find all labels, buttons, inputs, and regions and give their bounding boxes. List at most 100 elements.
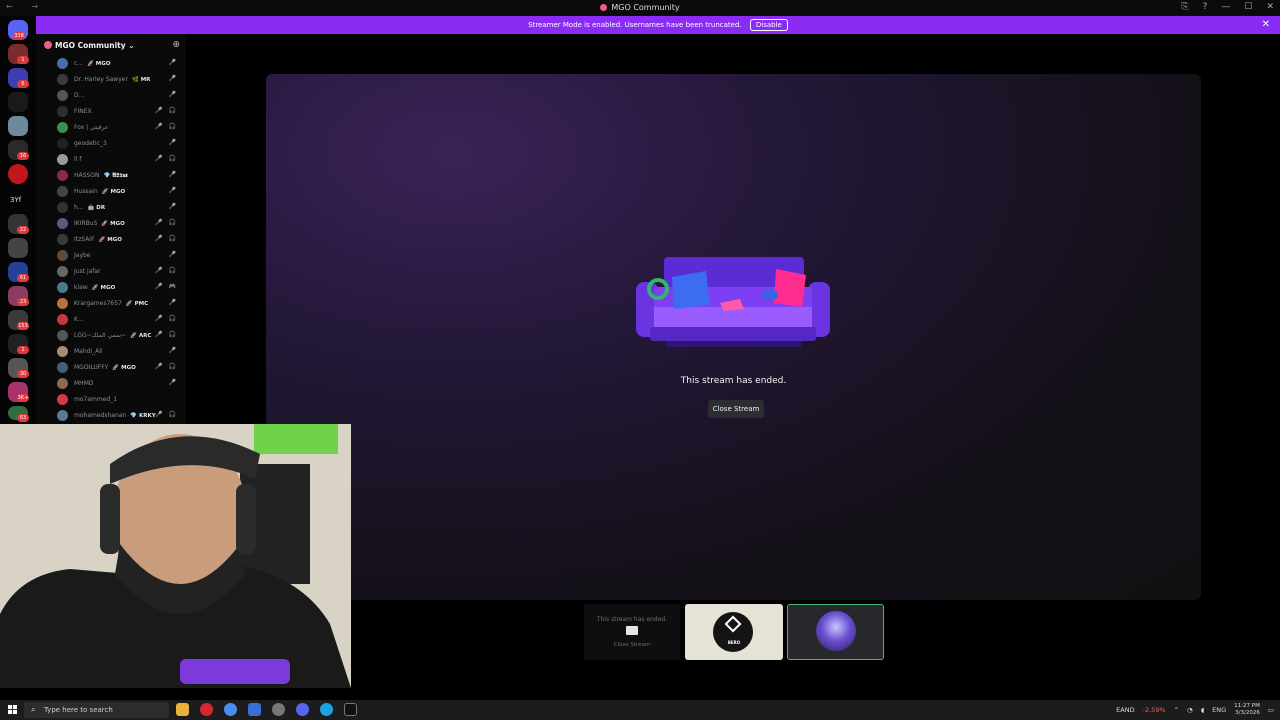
- capcut-icon[interactable]: [344, 703, 357, 716]
- volume-icon[interactable]: ◖: [1201, 706, 1204, 714]
- heart-server-icon[interactable]: [8, 164, 28, 184]
- member-tag: 🚀 MGO: [112, 365, 136, 371]
- member-row[interactable]: D... 🎤: [56, 89, 182, 103]
- help-icon[interactable]: ?: [1203, 2, 1208, 12]
- member-name-text: mohamedshanan: [74, 412, 127, 419]
- close-stream-button[interactable]: Close Stream: [708, 400, 764, 418]
- clock[interactable]: 11:27 PM 3/3/2026: [1234, 703, 1260, 717]
- member-name-text: K...: [74, 316, 84, 323]
- notification-icon[interactable]: ▭: [1268, 706, 1274, 714]
- member-row[interactable]: HASSON 💎 𝕬𝕷𝕿𝖚𝖝 🎤: [56, 169, 182, 183]
- minimize-button[interactable]: —: [1221, 2, 1230, 12]
- member-name: IKIRBuS 🚀 MGO: [74, 220, 125, 227]
- chrome-icon[interactable]: [224, 703, 237, 716]
- voice-status-icons: 🎤 🎧: [155, 267, 178, 274]
- member-name: D...: [74, 92, 84, 99]
- voice-status-icons: 🎤 🎧: [155, 219, 178, 226]
- server-icon[interactable]: [8, 116, 28, 136]
- windows-start-icon[interactable]: [8, 705, 17, 714]
- participant-tile-stream[interactable]: This stream has ended. Close Stream: [584, 604, 680, 660]
- participant-tile-speaking[interactable]: [787, 604, 884, 660]
- avatar: [57, 234, 68, 245]
- maximize-button[interactable]: ☐: [1244, 2, 1252, 12]
- chevron-up-icon[interactable]: ⌃: [1174, 706, 1179, 714]
- member-name-text: Krargames7657: [74, 300, 122, 307]
- member-row[interactable]: Krargames7657 🚀 PMC 🎤: [56, 297, 182, 311]
- member-name-text: ll f: [74, 156, 82, 163]
- app-icon[interactable]: [248, 703, 261, 716]
- close-window-button[interactable]: ✕: [1266, 2, 1274, 12]
- unread-badge: 61: [17, 274, 29, 282]
- tile-ended-text: This stream has ended.: [596, 616, 668, 623]
- app-icon[interactable]: [272, 703, 285, 716]
- close-banner-icon[interactable]: ✕: [1262, 16, 1270, 34]
- discord-icon[interactable]: [296, 703, 309, 716]
- member-row[interactable]: klaw 🚀 MGO 🎤 🎮: [56, 281, 182, 295]
- streamer-mode-banner: Streamer Mode is enabled. Usernames have…: [36, 16, 1280, 34]
- member-row[interactable]: mohamedshanan 💎 KRKY 🎤 🎧: [56, 409, 182, 423]
- member-row[interactable]: Fox | عرقيتي 🎤 🎧: [56, 121, 182, 135]
- member-name-text: MHMD: [74, 380, 94, 387]
- member-row[interactable]: geodetic_3 🎤: [56, 137, 182, 151]
- taskbar-search-box[interactable]: ⌕ Type here to search: [24, 702, 169, 718]
- voice-status-icons: 🎤: [168, 91, 178, 98]
- member-row[interactable]: Just jafar 🎤 🎧: [56, 265, 182, 279]
- avatar: [57, 74, 68, 85]
- file-explorer-icon[interactable]: [176, 703, 189, 716]
- member-name-text: h...: [74, 204, 84, 211]
- opera-icon[interactable]: [200, 703, 213, 716]
- member-name: mo7ammed_1: [74, 396, 117, 403]
- person-plus-icon[interactable]: ⊕: [172, 40, 180, 50]
- server-label: 3Yf: [10, 196, 22, 204]
- member-row[interactable]: MHMD 🎤: [56, 377, 182, 391]
- member-row[interactable]: LGG~سمي الملك~ 🚀 ARC 🎤 🎧: [56, 329, 182, 343]
- member-name: Just jafar: [74, 268, 101, 275]
- member-row[interactable]: IKIRBuS 🚀 MGO 🎤 🎧: [56, 217, 182, 231]
- inbox-icon[interactable]: ⎘: [1181, 2, 1188, 12]
- member-name-text: IKIRBuS: [74, 220, 98, 227]
- member-row[interactable]: ItzSAIF 🚀 MGO 🎤 🎧: [56, 233, 182, 247]
- avatar: [57, 330, 68, 341]
- member-name-text: D...: [74, 92, 85, 99]
- member-name-text: klaw: [74, 284, 88, 291]
- member-tag: 🚀 PMC: [125, 301, 149, 307]
- member-row[interactable]: c... 🚀 MGO 🎤: [56, 57, 182, 71]
- member-name-text: Mahdi_Ali: [74, 348, 103, 355]
- unread-badge: 338: [13, 32, 25, 40]
- disable-streamer-mode-button[interactable]: Disable: [749, 19, 788, 31]
- voice-status-icons: 🎤 🎧: [155, 315, 178, 322]
- member-name-text: ItzSAIF: [74, 236, 95, 243]
- tile-close-stream[interactable]: Close Stream: [584, 642, 680, 648]
- member-name-text: Jaybe: [74, 252, 91, 259]
- member-row[interactable]: MGOILUFFY 🚀 MGO 🎤 🎧: [56, 361, 182, 375]
- stock-ticker[interactable]: EAND: [1116, 706, 1134, 714]
- member-name: Jaybe: [74, 252, 91, 259]
- server-icon[interactable]: [8, 238, 28, 258]
- server-name-header[interactable]: MGO Community ⌄: [44, 41, 135, 50]
- network-icon[interactable]: ◔: [1187, 706, 1193, 714]
- member-row[interactable]: h... 🤖 DR 🎤: [56, 201, 182, 215]
- windows-taskbar: ⌕ Type here to search EAND -2.59% ⌃ ◔ ◖ …: [0, 700, 1280, 720]
- server-icon[interactable]: [8, 92, 28, 112]
- member-name-text: geodetic_3: [74, 140, 107, 147]
- member-row[interactable]: Dr. Harley Sawyer 🌿 MR 🎤: [56, 73, 182, 87]
- participant-tile-bero[interactable]: BERO: [685, 604, 783, 660]
- member-tag: 🚀 MGO: [101, 221, 125, 227]
- member-row[interactable]: Jaybe 🎤: [56, 249, 182, 263]
- stream-viewer: This stream has ended. Close Stream: [266, 74, 1201, 600]
- member-name: MGOILUFFY 🚀 MGO: [74, 364, 136, 371]
- member-row[interactable]: ll f 🎤 🎧: [56, 153, 182, 167]
- edge-icon[interactable]: [320, 703, 333, 716]
- member-name: mohamedshanan 💎 KRKY: [74, 412, 156, 419]
- taskbar-apps: [176, 703, 357, 716]
- member-name: geodetic_3: [74, 140, 107, 147]
- member-row[interactable]: K... 🎤 🎧: [56, 313, 182, 327]
- member-row[interactable]: FINEX 🎤 🎧: [56, 105, 182, 119]
- member-row[interactable]: Mahdi_Ali 🎤: [56, 345, 182, 359]
- member-row[interactable]: Hussain 🚀 MGO 🎤: [56, 185, 182, 199]
- member-row[interactable]: mo7ammed_1: [56, 393, 182, 407]
- discord-app: ← → MGO Community ⎘ ? — ☐ ✕ Streamer Mod…: [0, 0, 1280, 700]
- voice-status-icons: 🎤 🎧: [155, 107, 178, 114]
- language-indicator[interactable]: ENG: [1212, 706, 1226, 714]
- server-dot-icon: [600, 4, 608, 11]
